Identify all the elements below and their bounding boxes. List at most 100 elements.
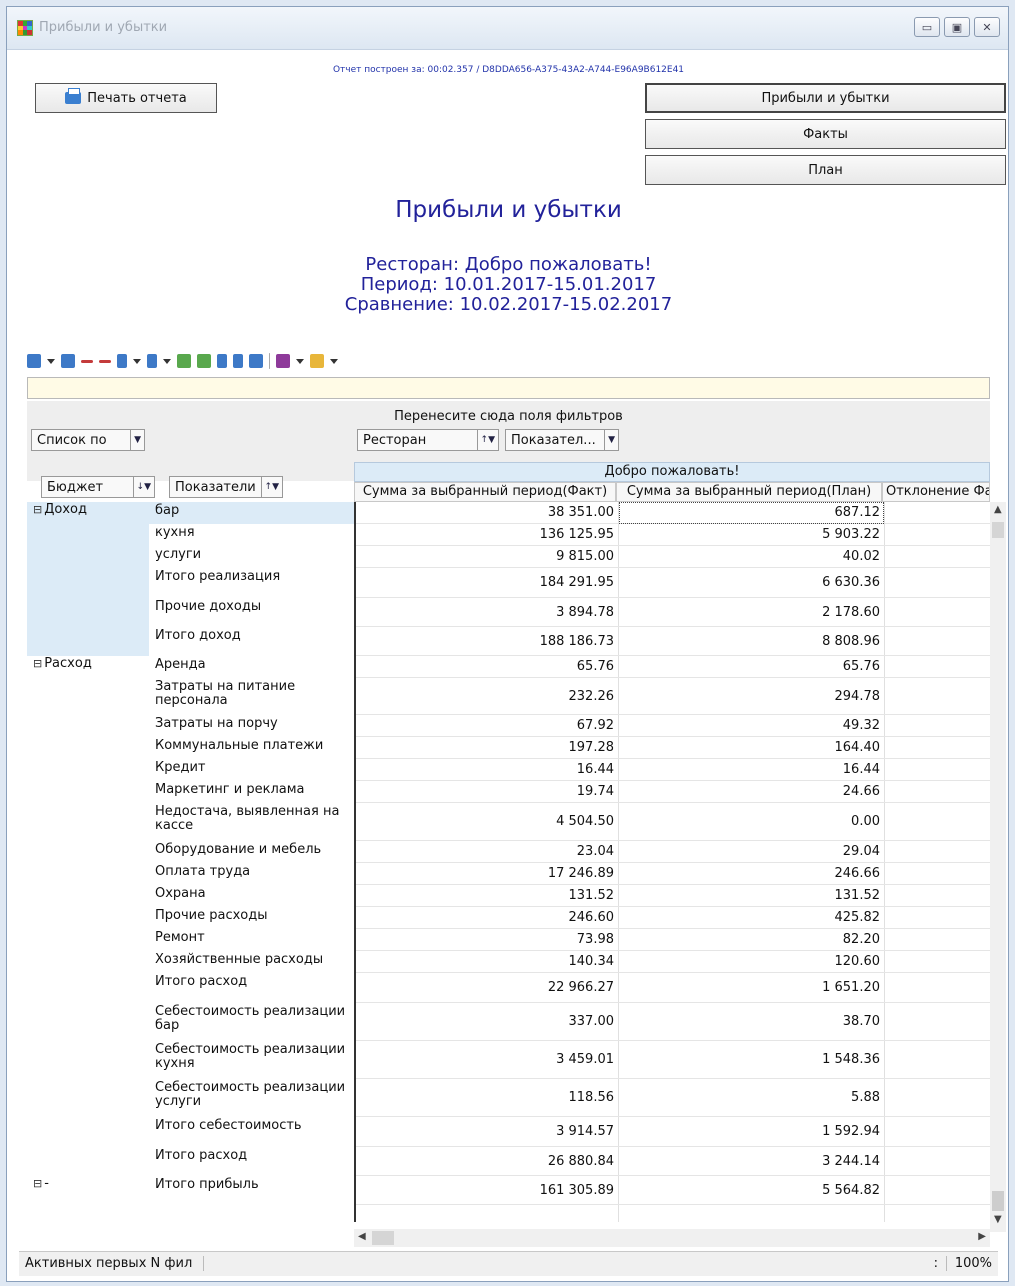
- plan-cell[interactable]: 65.76: [620, 656, 884, 678]
- layout-icon[interactable]: [61, 354, 75, 368]
- plan-button[interactable]: План: [645, 155, 1006, 185]
- close-icon[interactable]: ✕: [974, 17, 1000, 37]
- rows-icon[interactable]: [117, 354, 127, 368]
- chevron-down-icon[interactable]: ▼: [130, 430, 144, 450]
- save-icon[interactable]: [276, 354, 290, 368]
- row-label[interactable]: Охрана: [149, 885, 354, 907]
- plan-cell[interactable]: 82.20: [620, 929, 884, 951]
- horizontal-scrollbar[interactable]: ◀ ▶: [354, 1229, 990, 1247]
- row-label[interactable]: Коммунальные платежи: [149, 737, 354, 759]
- row-label[interactable]: Прочие доходы: [149, 598, 354, 627]
- row-label[interactable]: Затраты на порчу: [149, 715, 354, 737]
- fact-cell[interactable]: 136 125.95: [356, 524, 618, 546]
- row-label[interactable]: Себестоимость реализации кухня: [149, 1041, 354, 1079]
- scroll-left-icon[interactable]: ◀: [358, 1231, 366, 1242]
- plan-cell[interactable]: 131.52: [620, 885, 884, 907]
- chevron-down-icon[interactable]: [163, 358, 171, 364]
- print-report-button[interactable]: Печать отчета: [35, 83, 217, 113]
- row-label[interactable]: Итого прибыль: [149, 1176, 354, 1205]
- profit-loss-button[interactable]: Прибыли и убытки: [645, 83, 1006, 113]
- scroll-track-top[interactable]: [992, 522, 1004, 538]
- totals-icon[interactable]: [99, 359, 111, 363]
- category-cell[interactable]: ⊟ Расход: [27, 656, 149, 1176]
- indicators-column-field[interactable]: Показател... ▼: [505, 429, 619, 451]
- row-label[interactable]: бар: [149, 502, 354, 524]
- fact-cell[interactable]: 188 186.73: [356, 627, 618, 656]
- columns-icon[interactable]: [147, 354, 157, 368]
- plan-cell[interactable]: 6 630.36: [620, 568, 884, 598]
- fact-cell[interactable]: 16.44: [356, 759, 618, 781]
- chevron-down-icon[interactable]: ▼: [604, 430, 618, 450]
- row-label[interactable]: Аренда: [149, 656, 354, 678]
- fact-cell[interactable]: 3 459.01: [356, 1041, 618, 1079]
- plan-cell[interactable]: 3 244.14: [620, 1147, 884, 1176]
- row-label[interactable]: Оборудование и мебель: [149, 841, 354, 863]
- plan-cell[interactable]: 49.32: [620, 715, 884, 737]
- chevron-down-icon[interactable]: [133, 358, 141, 364]
- facts-button[interactable]: Факты: [645, 119, 1006, 149]
- vertical-scrollbar[interactable]: ▲ ▼: [990, 502, 1006, 1232]
- row-label[interactable]: Итого расход: [149, 973, 354, 1003]
- scroll-thumb[interactable]: [992, 1191, 1004, 1211]
- horizontal-scroll-thumb[interactable]: [372, 1231, 394, 1245]
- zoom-level[interactable]: 100%: [945, 1256, 992, 1271]
- open-folder-icon[interactable]: [310, 354, 324, 368]
- plan-cell[interactable]: 294.78: [620, 678, 884, 715]
- row-label[interactable]: Хозяйственные расходы: [149, 951, 354, 973]
- category-cell[interactable]: ⊟ Доход: [27, 502, 149, 656]
- fact-cell[interactable]: 65.76: [356, 656, 618, 678]
- sort-filter-icon[interactable]: ↓▼: [132, 477, 154, 497]
- fact-cell[interactable]: 246.60: [356, 907, 618, 929]
- sort-filter-icon[interactable]: ↑▼: [260, 477, 282, 497]
- scroll-right-icon[interactable]: ▶: [978, 1231, 986, 1242]
- fact-cell[interactable]: 67.92: [356, 715, 618, 737]
- chart-icon[interactable]: [197, 354, 211, 368]
- chevron-down-icon[interactable]: [296, 358, 304, 364]
- row-label[interactable]: Недостача, выявленная на кассе: [149, 803, 354, 841]
- scroll-down-icon[interactable]: ▼: [994, 1214, 1002, 1225]
- fact-cell[interactable]: 197.28: [356, 737, 618, 759]
- row-label[interactable]: Маркетинг и реклама: [149, 781, 354, 803]
- row-label[interactable]: Затраты на питание персонала: [149, 678, 354, 715]
- plan-cell[interactable]: 2 178.60: [620, 598, 884, 627]
- filter-input[interactable]: [27, 377, 990, 399]
- collapse-box-icon[interactable]: ⊟: [33, 657, 42, 670]
- budget-field[interactable]: Бюджет ↓▼: [41, 476, 155, 498]
- plan-cell[interactable]: 5 903.22: [620, 524, 884, 546]
- export-icon[interactable]: [27, 354, 41, 368]
- fact-cell[interactable]: 4 504.50: [356, 803, 618, 841]
- plan-cell[interactable]: 40.02: [620, 546, 884, 568]
- settings-icon[interactable]: [249, 354, 263, 368]
- plan-cell[interactable]: 16.44: [620, 759, 884, 781]
- row-label[interactable]: Итого реализация: [149, 568, 354, 598]
- chevron-down-icon[interactable]: [330, 358, 338, 364]
- restaurant-field[interactable]: Ресторан ↑▼: [357, 429, 499, 451]
- plan-cell[interactable]: 0.00: [620, 803, 884, 841]
- maximize-icon[interactable]: ▣: [944, 17, 970, 37]
- fact-cell[interactable]: 26 880.84: [356, 1147, 618, 1176]
- row-label[interactable]: Себестоимость реализации услуги: [149, 1079, 354, 1117]
- fact-cell[interactable]: 22 966.27: [356, 973, 618, 1003]
- row-label[interactable]: Кредит: [149, 759, 354, 781]
- sort-filter-icon[interactable]: ↑▼: [476, 430, 498, 450]
- list-by-dropdown[interactable]: Список по ▼: [31, 429, 145, 451]
- plan-cell[interactable]: 120.60: [620, 951, 884, 973]
- scroll-up-icon[interactable]: ▲: [994, 504, 1002, 515]
- format-icon[interactable]: [217, 354, 227, 368]
- collapse-box-icon[interactable]: ⊟: [33, 1177, 42, 1190]
- fact-cell[interactable]: 232.26: [356, 678, 618, 715]
- fact-cell[interactable]: 3 894.78: [356, 598, 618, 627]
- collapse-box-icon[interactable]: ⊟: [33, 503, 42, 516]
- fact-cell[interactable]: 73.98: [356, 929, 618, 951]
- row-label[interactable]: Итого доход: [149, 627, 354, 656]
- row-label[interactable]: Себестоимость реализации бар: [149, 1003, 354, 1041]
- row-label[interactable]: услуги: [149, 546, 354, 568]
- fact-cell[interactable]: 38 351.00: [356, 502, 618, 524]
- row-label[interactable]: Итого расход: [149, 1147, 354, 1176]
- collapse-icon[interactable]: [81, 359, 93, 363]
- column-header-fact[interactable]: Сумма за выбранный период(Факт): [354, 482, 616, 502]
- category-cell[interactable]: ⊟ -: [27, 1176, 149, 1205]
- fact-cell[interactable]: 337.00: [356, 1003, 618, 1041]
- fact-cell[interactable]: 140.34: [356, 951, 618, 973]
- row-label[interactable]: Итого себестоимость: [149, 1117, 354, 1147]
